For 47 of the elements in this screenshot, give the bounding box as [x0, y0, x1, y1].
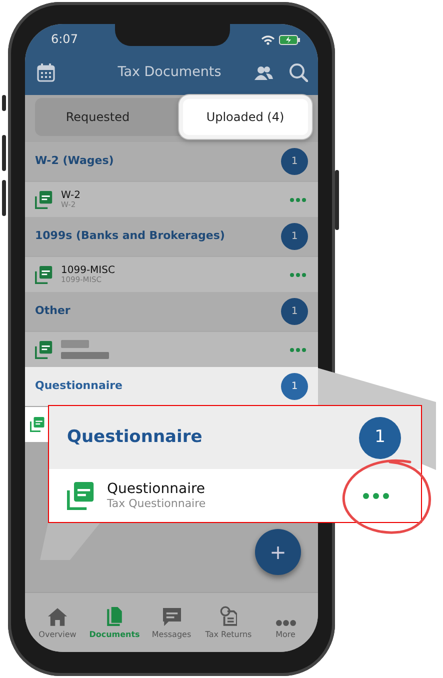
callout-wedge: [40, 523, 100, 560]
section-title: 1099s (Banks and Brokerages): [35, 228, 226, 244]
count-badge: 1: [359, 416, 401, 458]
document-row[interactable]: [25, 331, 318, 367]
document-name: W-2: [61, 190, 80, 201]
tab-bar-item[interactable]: Messages: [143, 599, 200, 641]
document-subtitle: Tax Questionnaire: [107, 497, 206, 510]
section-title: Questionnaire: [35, 378, 124, 394]
more-icon[interactable]: [290, 272, 306, 276]
more-icon[interactable]: [290, 348, 306, 352]
count-badge: 1: [281, 298, 308, 325]
people-icon[interactable]: [254, 65, 273, 80]
redacted-block: [61, 340, 89, 348]
status-time: 6:07: [51, 31, 78, 48]
calendar-icon[interactable]: [37, 63, 55, 82]
document-name: Questionnaire: [107, 480, 206, 498]
wifi-icon: [261, 35, 275, 45]
pdf-icon: [67, 482, 95, 510]
pdf-icon: [30, 417, 45, 432]
section-title: Questionnaire: [67, 426, 204, 449]
section-title: W-2 (Wages): [35, 153, 115, 170]
redacted-block: [61, 352, 109, 359]
add-button[interactable]: +: [255, 529, 301, 575]
document-name: 1099-MISC: [61, 264, 115, 276]
pdf-icon: [35, 190, 53, 208]
pdf-icon: [35, 340, 53, 358]
battery-icon: [279, 35, 300, 45]
more-icon: [276, 620, 296, 626]
pdf-icon: [35, 266, 53, 284]
home-icon: [48, 608, 67, 626]
chat-icon: [162, 608, 180, 626]
tab-bar-item[interactable]: Overview: [29, 599, 86, 641]
segment-tab[interactable]: Uploaded (4): [182, 99, 308, 135]
count-badge: 1: [281, 373, 308, 400]
count-badge: 1: [281, 148, 308, 175]
segment-tab[interactable]: Requested: [35, 98, 160, 136]
documents-icon: [107, 607, 122, 626]
document-row[interactable]: [25, 406, 48, 442]
search-icon[interactable]: [289, 63, 308, 82]
tax-return-icon: [220, 606, 237, 626]
more-icon[interactable]: [290, 198, 306, 202]
more-icon[interactable]: [363, 492, 389, 498]
section-title: Other: [35, 303, 72, 320]
tab-bar-item[interactable]: More: [257, 599, 314, 641]
count-badge: 1: [281, 223, 308, 250]
screen-title: Tax Documents: [116, 63, 222, 82]
tab-bar-item[interactable]: Tax Returns: [200, 599, 257, 641]
